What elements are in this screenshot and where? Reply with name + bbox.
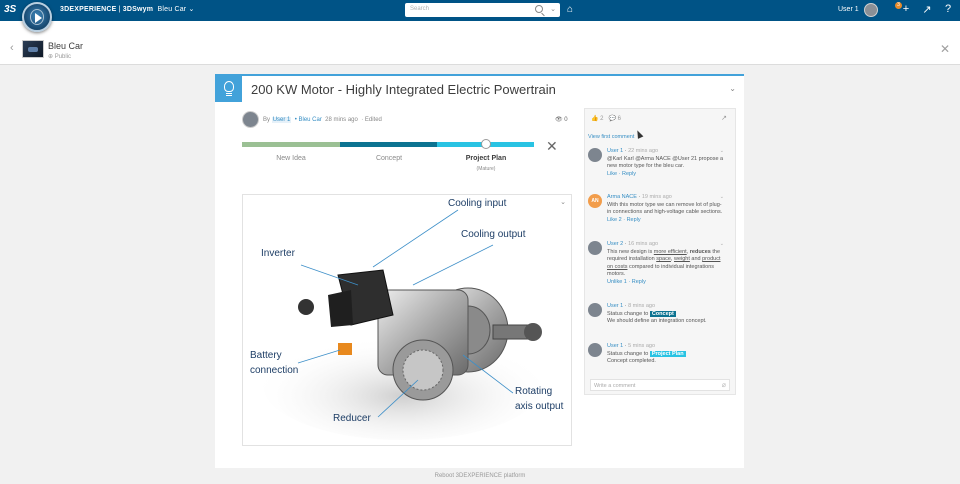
back-icon[interactable]: ‹ <box>10 42 14 54</box>
label-rotating: Rotating <box>515 386 553 397</box>
community-header: ‹ Bleu Car ⊕ Public <box>0 21 960 65</box>
comment-actions[interactable]: Unlike 1 · Reply <box>607 279 646 285</box>
comment-author[interactable]: Arma NACE <box>607 194 637 200</box>
stage-bar-concept[interactable] <box>340 142 437 147</box>
search-input[interactable]: Search <box>410 6 429 12</box>
author-avatar[interactable] <box>242 111 259 128</box>
close-icon[interactable]: ✕ <box>546 138 558 155</box>
plus-icon[interactable]: + <box>900 3 912 16</box>
label-cooling-input: Cooling input <box>448 198 507 209</box>
comment-actions[interactable]: Like 2 · Reply <box>607 217 641 223</box>
search-icon[interactable] <box>535 5 543 13</box>
stage-label-project-plan: Project Plan <box>465 155 507 162</box>
user-name[interactable]: User 1 <box>838 6 859 13</box>
comment-input[interactable]: Write a comment ⌀ <box>590 379 730 391</box>
search-box[interactable]: Search ⌄ <box>405 3 560 17</box>
stage-label-concept: Concept <box>375 155 403 162</box>
motor-diagram: ⌄ Cooling input Cooling output Inverter … <box>242 194 572 446</box>
comment-actions[interactable]: Like · Reply <box>607 171 636 177</box>
avatar[interactable] <box>588 241 602 255</box>
eye-icon: 👁 <box>555 117 563 123</box>
tag-icon[interactable]: ⌂ <box>567 4 573 15</box>
avatar[interactable] <box>588 343 602 357</box>
comment-text: @Karl Karl @Arma NACE @User 21 propose a… <box>607 155 724 170</box>
ds-logo: 3S <box>4 4 17 15</box>
help-icon[interactable]: ? <box>942 3 954 16</box>
compass-button[interactable] <box>22 2 52 32</box>
status-badge: Project Plan <box>649 350 686 357</box>
avatar[interactable] <box>588 303 602 317</box>
edited-label: Edited <box>364 117 382 123</box>
chevron-down-icon[interactable]: ⌄ <box>560 198 566 206</box>
label-battery: Battery <box>250 350 282 361</box>
community-thumbnail <box>22 40 44 58</box>
community-link[interactable]: • Bleu Car <box>295 117 322 123</box>
avatar[interactable]: AN <box>588 194 602 208</box>
avatar[interactable] <box>864 3 878 17</box>
like-icon[interactable]: 👍 <box>591 116 598 122</box>
view-count: 👁 0 <box>555 117 568 123</box>
share-icon[interactable]: ↗ <box>721 114 727 122</box>
top-bar: 3S 3DEXPERIENCE | 3DSwym Bleu Car ⌄ Sear… <box>0 0 960 32</box>
comment-author[interactable]: User 1 <box>607 148 623 154</box>
status-badge: Concept <box>649 310 676 317</box>
idea-title: 200 KW Motor - Highly Integrated Electri… <box>251 82 556 97</box>
lightbulb-icon <box>224 81 234 92</box>
footer-text: Reboot 3DEXPERIENCE platform <box>434 473 526 479</box>
page-subtitle: ⊕ Public <box>48 54 72 60</box>
chevron-down-icon[interactable]: ⌄ <box>720 148 724 156</box>
idea-type-badge <box>215 76 242 102</box>
stage-bar-new-idea[interactable] <box>242 142 340 147</box>
avatar[interactable] <box>588 148 602 162</box>
chevron-down-icon[interactable]: ⌄ <box>720 241 724 249</box>
stage-handle[interactable] <box>481 139 491 149</box>
app-name: 3DSwym <box>122 6 154 13</box>
chevron-down-icon[interactable]: ⌄ <box>720 194 724 202</box>
share-icon[interactable]: ↗ <box>921 3 933 16</box>
stage-sub-label: (Mature) <box>476 166 496 172</box>
brand-name: 3DEXPERIENCE <box>60 6 117 13</box>
comments-panel: 👍 2 💬 6 ↗ View first comment User 1 · 22… <box>584 108 736 395</box>
comment-author[interactable]: User 1 <box>607 303 623 309</box>
panel-stats: 👍 2 💬 6 <box>591 116 622 122</box>
page-title[interactable]: Bleu Car <box>48 41 83 51</box>
comment-text: With this motor type we can remove lot o… <box>607 201 723 216</box>
label-cooling-output: Cooling output <box>461 229 526 240</box>
view-first-comment-link[interactable]: View first comment <box>588 134 634 140</box>
author-link[interactable]: User 1 <box>271 117 292 123</box>
paperclip-icon[interactable]: ⌀ <box>722 381 726 389</box>
comment-icon[interactable]: 💬 <box>609 116 616 122</box>
label-reducer: Reducer <box>333 413 371 424</box>
label-connection: connection <box>250 365 299 376</box>
chevron-down-icon[interactable]: ⌄ <box>729 84 736 93</box>
play-icon <box>35 13 42 23</box>
close-icon[interactable]: ✕ <box>940 42 950 56</box>
community-name: Bleu Car <box>157 6 187 13</box>
comment-author[interactable]: User 2 <box>607 241 623 247</box>
post-time: 28 mins ago <box>325 117 358 123</box>
comment-text: This new design is more efficient, reduc… <box>607 248 721 278</box>
chevron-down-icon[interactable]: ⌄ <box>550 5 556 13</box>
top-icons: + ↗ ? <box>900 3 954 16</box>
comment-text: Concept completed. <box>607 358 656 364</box>
label-axis-output: axis output <box>515 401 564 412</box>
app-brand[interactable]: 3DEXPERIENCE | 3DSwym Bleu Car ⌄ <box>60 5 195 13</box>
byline: By User 1 • Bleu Car 28 mins ago · Edite… <box>263 117 382 123</box>
comment-author[interactable]: User 1 <box>607 343 623 349</box>
label-inverter: Inverter <box>261 248 295 259</box>
comment-text: We should define an integration concept. <box>607 318 707 324</box>
stage-label-new-idea: New Idea <box>276 155 306 162</box>
chevron-down-icon: ⌄ <box>188 6 195 13</box>
